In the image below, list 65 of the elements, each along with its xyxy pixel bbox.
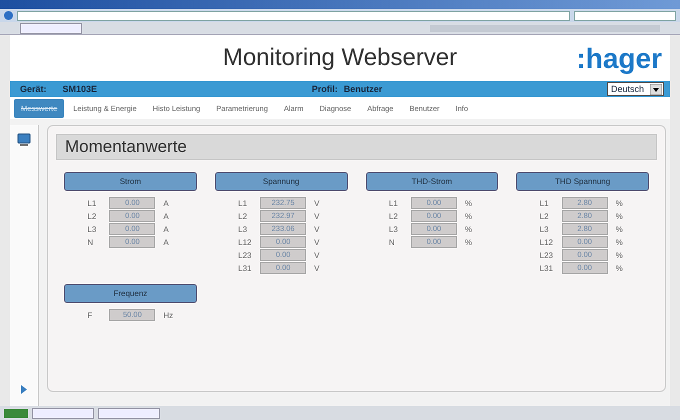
start-button[interactable] xyxy=(4,408,28,418)
row-label: L2 xyxy=(87,212,98,220)
unit-label: A xyxy=(163,224,170,234)
group-header: Spannung xyxy=(214,172,348,191)
unit-label: A xyxy=(163,212,170,220)
language-select[interactable]: Deutsch xyxy=(606,82,664,96)
row-label: L3 xyxy=(238,224,248,234)
unit-label: V xyxy=(314,224,320,234)
unit-label: V xyxy=(314,198,320,208)
browser-tab[interactable] xyxy=(20,22,82,34)
unit-label: % xyxy=(616,238,624,246)
row-label: L1 xyxy=(388,198,399,208)
unit-label: V xyxy=(314,238,320,246)
taskbar-item[interactable] xyxy=(32,408,94,418)
address-field[interactable] xyxy=(17,10,570,20)
row-label: L12 xyxy=(540,238,554,246)
profile-label: Profil: xyxy=(312,84,338,94)
unit-label: % xyxy=(464,224,473,234)
row-label: L31 xyxy=(540,264,554,272)
device-name: SM103E xyxy=(62,84,98,94)
unit-label: V xyxy=(314,212,320,220)
row-label: L23 xyxy=(238,250,252,260)
unit-label: A xyxy=(163,238,170,246)
row-label: L3 xyxy=(388,224,399,234)
logo: :hager xyxy=(576,43,662,75)
row-label: L2 xyxy=(540,212,550,220)
row-label: L2 xyxy=(238,212,248,220)
group-header: Strom xyxy=(64,172,197,191)
row-label: L1 xyxy=(540,198,550,208)
row-label: N xyxy=(87,238,94,246)
search-field[interactable] xyxy=(574,10,676,20)
profile-name: Benutzer xyxy=(344,84,382,94)
unit-label: % xyxy=(616,212,624,220)
unit-label: Hz xyxy=(163,310,174,320)
row-label: F xyxy=(87,310,94,320)
group-header: THD-Strom xyxy=(366,172,498,191)
group-header: Frequenz xyxy=(64,284,197,303)
unit-label: V xyxy=(314,264,320,272)
unit-label: % xyxy=(616,224,624,234)
row-label: N xyxy=(388,238,396,246)
back-icon[interactable] xyxy=(4,11,13,20)
dropdown-icon xyxy=(650,84,662,94)
unit-label: V xyxy=(314,250,320,260)
unit-label: % xyxy=(464,238,473,246)
page-title: Monitoring Webserver xyxy=(222,44,458,72)
device-label: Gerät: xyxy=(20,84,47,94)
row-label: L23 xyxy=(540,250,554,260)
unit-label: % xyxy=(616,198,624,208)
row-label: L12 xyxy=(238,238,252,246)
taskbar-item[interactable] xyxy=(98,408,160,418)
unit-label: % xyxy=(616,264,624,272)
row-label: L1 xyxy=(87,198,98,208)
monitor-icon[interactable] xyxy=(17,133,31,147)
row-label: L31 xyxy=(238,264,252,272)
expand-arrow-icon[interactable] xyxy=(21,385,27,394)
row-label: L3 xyxy=(87,224,98,234)
unit-label: A xyxy=(163,198,170,208)
row-label: L2 xyxy=(388,212,399,220)
unit-label: % xyxy=(464,212,473,220)
unit-label: % xyxy=(464,198,473,208)
row-label: L3 xyxy=(540,224,550,234)
row-label: L1 xyxy=(238,198,248,208)
unit-label: % xyxy=(616,250,624,260)
section-title: Momentanwerte xyxy=(65,137,187,157)
group-header: THD Spannung xyxy=(516,172,649,191)
